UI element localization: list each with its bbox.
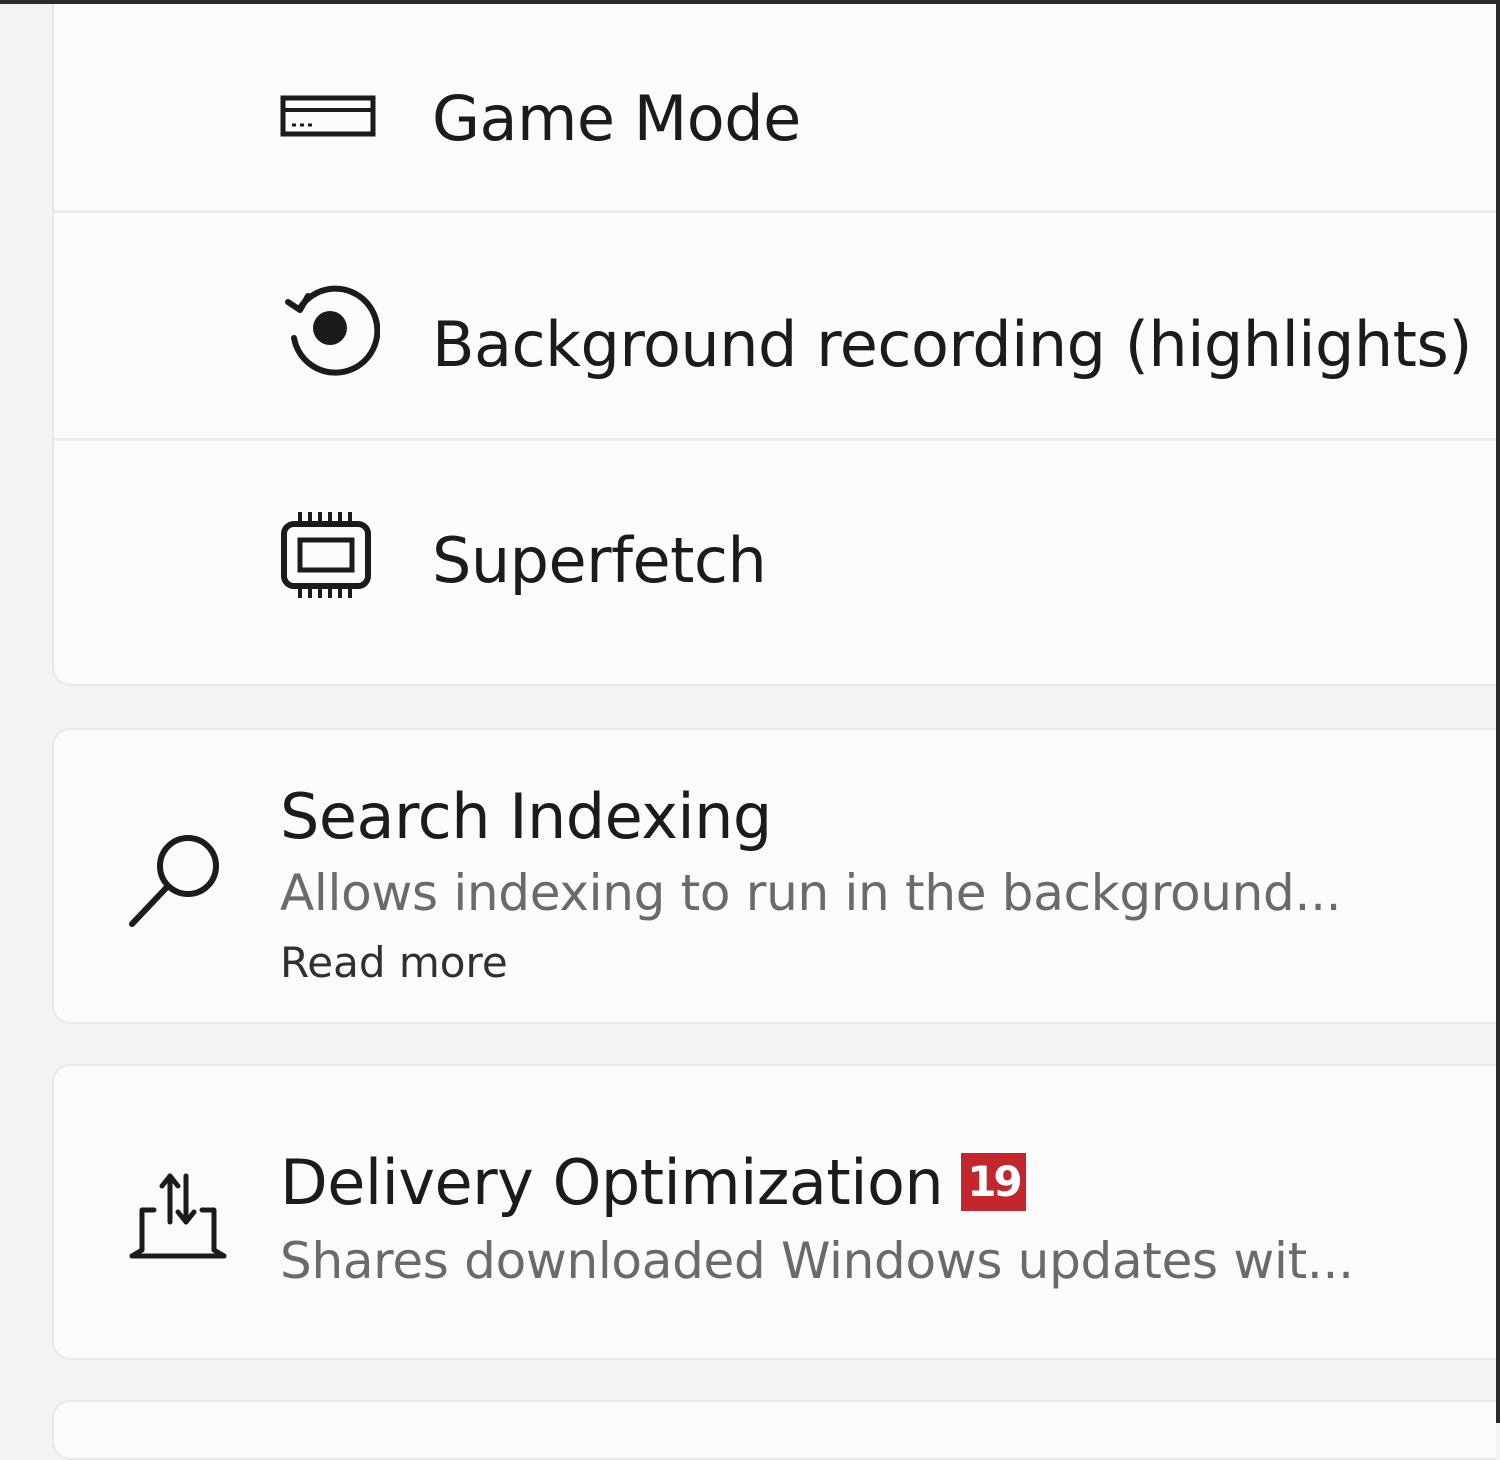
- game-mode-label: Game Mode: [432, 82, 801, 155]
- search-indexing-card[interactable]: Search Indexing Allows indexing to run i…: [52, 728, 1496, 1024]
- search-indexing-description: Allows indexing to run in the background…: [280, 864, 1342, 922]
- game-mode-icon: [280, 94, 376, 142]
- upload-download-laptop-icon: [128, 1170, 228, 1262]
- record-icon: [280, 278, 380, 378]
- delivery-optimization-card[interactable]: Delivery Optimization 19 Shares downloade…: [52, 1064, 1496, 1360]
- background-recording-label: Background recording (highlights): [432, 308, 1472, 381]
- delivery-optimization-label: Delivery Optimization: [280, 1146, 944, 1219]
- search-indexing-title: Search Indexing: [280, 780, 772, 853]
- next-setting-card[interactable]: [52, 1400, 1496, 1460]
- count-badge: 19: [961, 1153, 1026, 1211]
- memory-chip-icon: [280, 510, 372, 600]
- delivery-optimization-title: Delivery Optimization 19: [280, 1146, 1026, 1219]
- read-more-link[interactable]: Read more: [280, 938, 508, 987]
- background-recording-row[interactable]: Background recording (highlights): [54, 210, 1496, 441]
- superfetch-row[interactable]: Superfetch: [54, 438, 1496, 666]
- superfetch-label: Superfetch: [432, 524, 767, 597]
- delivery-optimization-description: Shares downloaded Windows updates wit...: [280, 1232, 1354, 1290]
- performance-settings-group: Game Mode Background recording (highligh…: [52, 0, 1496, 686]
- search-icon: [128, 830, 228, 930]
- game-mode-row[interactable]: Game Mode: [54, 0, 1496, 213]
